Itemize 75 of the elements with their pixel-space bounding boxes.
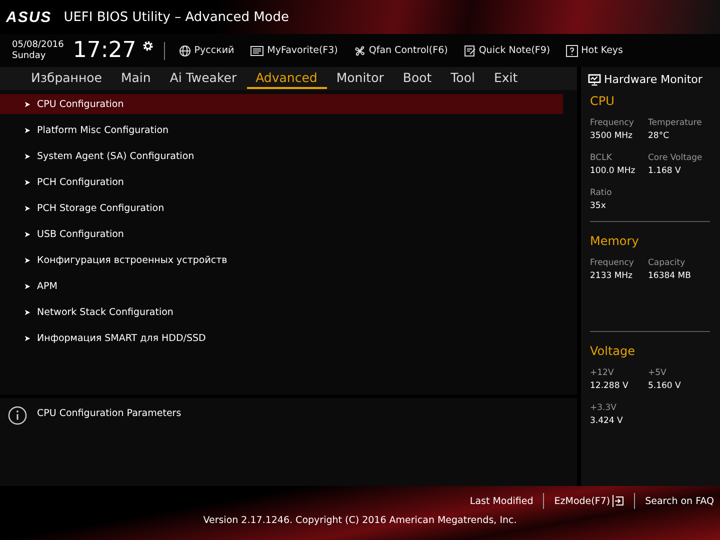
menu-item[interactable]: System Agent (SA) Configuration xyxy=(0,146,563,166)
tab[interactable]: Ai Tweaker xyxy=(160,68,247,88)
help-text: CPU Configuration Parameters xyxy=(37,408,182,419)
reading-label: Core Voltage xyxy=(648,153,704,163)
arrow-icon xyxy=(24,100,31,108)
footer-link[interactable]: Search on FAQ xyxy=(639,496,720,506)
info-icon xyxy=(8,406,27,425)
section-title: CPU xyxy=(590,94,616,108)
panel-title: Hardware Monitor xyxy=(604,73,702,86)
reading-label: +5V xyxy=(648,368,668,378)
reading-label: Frequency xyxy=(590,118,635,128)
reading-label: Temperature xyxy=(648,118,703,128)
tab[interactable]: Tool xyxy=(442,68,485,88)
reading-value: 16384 MB xyxy=(648,271,692,281)
tab[interactable]: Main xyxy=(112,68,161,88)
clock-text: 17:27 xyxy=(72,38,136,63)
note-icon xyxy=(464,44,476,56)
menu-item[interactable]: PCH Configuration xyxy=(0,172,563,192)
reading-value: 28°C xyxy=(648,131,670,141)
reading-label: BCLK xyxy=(590,153,613,163)
reading-value: 3500 MHz xyxy=(590,131,634,141)
arrow-icon xyxy=(24,230,31,238)
window-title: UEFI BIOS Utility – Advanced Mode xyxy=(64,10,289,24)
reading-value: 12.288 V xyxy=(590,381,630,391)
tab[interactable]: Exit xyxy=(484,68,528,88)
tab[interactable]: Избранное xyxy=(22,68,112,88)
date-text: 05/08/2016 xyxy=(12,40,64,50)
menu-item[interactable]: APM xyxy=(0,276,563,296)
arrow-icon xyxy=(24,152,31,160)
reading-value: 100.0 MHz xyxy=(590,166,636,176)
menu-item[interactable]: CPU Configuration xyxy=(0,94,563,114)
footer-link[interactable]: EzMode(F7) xyxy=(548,495,630,507)
help-icon xyxy=(566,44,578,56)
menu-item[interactable]: USB Configuration xyxy=(0,224,563,244)
reading-value: 5.160 V xyxy=(648,381,682,391)
menu-item[interactable]: Информация SMART для HDD/SSD xyxy=(0,328,563,348)
toolbar-button[interactable]: Русский xyxy=(175,44,238,56)
arrow-icon xyxy=(24,126,31,134)
reading-label: Ratio xyxy=(590,188,613,198)
arrow-icon xyxy=(24,308,31,316)
day-text: Sunday xyxy=(12,50,47,62)
arrow-icon xyxy=(24,204,31,212)
tab[interactable]: Monitor xyxy=(327,68,394,88)
reading-label: +12V xyxy=(590,368,615,378)
menu-item[interactable]: PCH Storage Configuration xyxy=(0,198,563,218)
toolbar-button[interactable]: Qfan Control(F6) xyxy=(350,44,452,56)
list-icon xyxy=(250,44,264,56)
toolbar-button[interactable]: Hot Keys xyxy=(562,44,627,56)
reading-value: 1.168 V xyxy=(648,166,682,176)
reading-value: 3.424 V xyxy=(590,416,624,426)
menu-item[interactable]: Network Stack Configuration xyxy=(0,302,563,322)
toolbar-button[interactable]: Quick Note(F9) xyxy=(460,44,554,56)
section-title: Memory xyxy=(590,234,640,248)
arrow-icon xyxy=(24,334,31,342)
globe-icon xyxy=(179,44,192,56)
footer-link[interactable]: Last Modified xyxy=(464,496,540,506)
exit-icon xyxy=(612,495,624,507)
section-title: Voltage xyxy=(590,344,636,358)
fan-icon xyxy=(354,44,366,56)
reading-value: 35x xyxy=(590,201,607,211)
reading-label: Frequency xyxy=(590,258,635,268)
settings-icon[interactable] xyxy=(142,40,154,52)
menu-item[interactable]: Platform Misc Configuration xyxy=(0,120,563,140)
reading-value: 2133 MHz xyxy=(590,271,634,281)
brand-logo: ASUS xyxy=(6,8,52,26)
monitor-icon xyxy=(588,74,601,86)
arrow-icon xyxy=(24,282,31,290)
arrow-icon xyxy=(24,178,31,186)
tab[interactable]: Boot xyxy=(394,68,442,88)
menu-item[interactable]: Конфигурация встроенных устройств xyxy=(0,250,563,270)
toolbar-button[interactable]: MyFavorite(F3) xyxy=(246,44,342,56)
arrow-icon xyxy=(24,256,31,264)
version-text: Version 2.17.1246. Copyright (C) 2016 American Megatrends, Inc. xyxy=(203,515,517,526)
reading-label: Capacity xyxy=(648,258,686,268)
reading-label: +3.3V xyxy=(590,403,618,413)
